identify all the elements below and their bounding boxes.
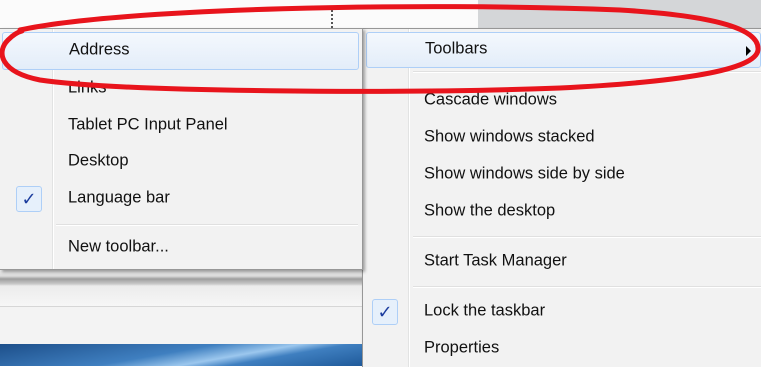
- submenu-arrow-icon: [746, 46, 751, 56]
- menu-separator: [413, 286, 761, 288]
- menu-item-label: Show the desktop: [424, 201, 556, 220]
- menu-item-label: Show windows side by side: [424, 164, 625, 183]
- submenu-item-address[interactable]: Address: [2, 32, 359, 70]
- taskbar-background: [0, 344, 362, 366]
- background-window-bar-lower: [0, 306, 362, 345]
- submenu-item-new-toolbar[interactable]: New toolbar...: [0, 230, 362, 266]
- taskbar-context-menu: Toolbars Cascade windows Show windows st…: [362, 28, 761, 367]
- menu-item-lock-the-taskbar[interactable]: ✓ Lock the taskbar: [363, 294, 761, 330]
- menu-item-label: Properties: [424, 338, 500, 357]
- menu-item-label: Toolbars: [425, 39, 488, 58]
- menu-item-toolbars[interactable]: Toolbars: [366, 32, 761, 68]
- menu-item-label: Links: [68, 78, 107, 97]
- menu-item-label: Desktop: [68, 151, 129, 170]
- menu-item-label: New toolbar...: [68, 237, 169, 256]
- submenu-item-desktop[interactable]: Desktop: [0, 144, 362, 180]
- submenu-item-links[interactable]: Links: [0, 71, 362, 107]
- menu-item-label: Start Task Manager: [424, 251, 567, 270]
- background-window-bar: [0, 268, 362, 306]
- checkmark-icon: ✓: [372, 299, 398, 325]
- menu-separator: [56, 224, 358, 226]
- menu-item-show-the-desktop[interactable]: Show the desktop: [363, 194, 761, 230]
- menu-separator: [413, 71, 761, 73]
- menu-item-show-windows-side-by-side[interactable]: Show windows side by side: [363, 157, 761, 193]
- submenu-item-tablet-pc-input-panel[interactable]: Tablet PC Input Panel: [0, 108, 362, 144]
- menu-item-label: Tablet PC Input Panel: [68, 115, 228, 134]
- menu-item-label: Address: [69, 40, 130, 59]
- menu-item-properties[interactable]: Properties: [363, 331, 761, 367]
- checkmark-icon: ✓: [16, 186, 42, 212]
- menu-item-cascade-windows[interactable]: Cascade windows: [363, 83, 761, 119]
- menu-item-label: Show windows stacked: [424, 127, 595, 146]
- menu-separator: [413, 236, 761, 238]
- menu-item-label: Cascade windows: [424, 90, 557, 109]
- toolbars-submenu: Address Links Tablet PC Input Panel Desk…: [0, 28, 363, 270]
- submenu-item-language-bar[interactable]: ✓ Language bar: [0, 181, 362, 217]
- menu-item-label: Lock the taskbar: [424, 301, 546, 320]
- menu-item-start-task-manager[interactable]: Start Task Manager: [363, 244, 761, 280]
- menu-item-label: Language bar: [68, 188, 170, 207]
- menu-item-show-windows-stacked[interactable]: Show windows stacked: [363, 120, 761, 156]
